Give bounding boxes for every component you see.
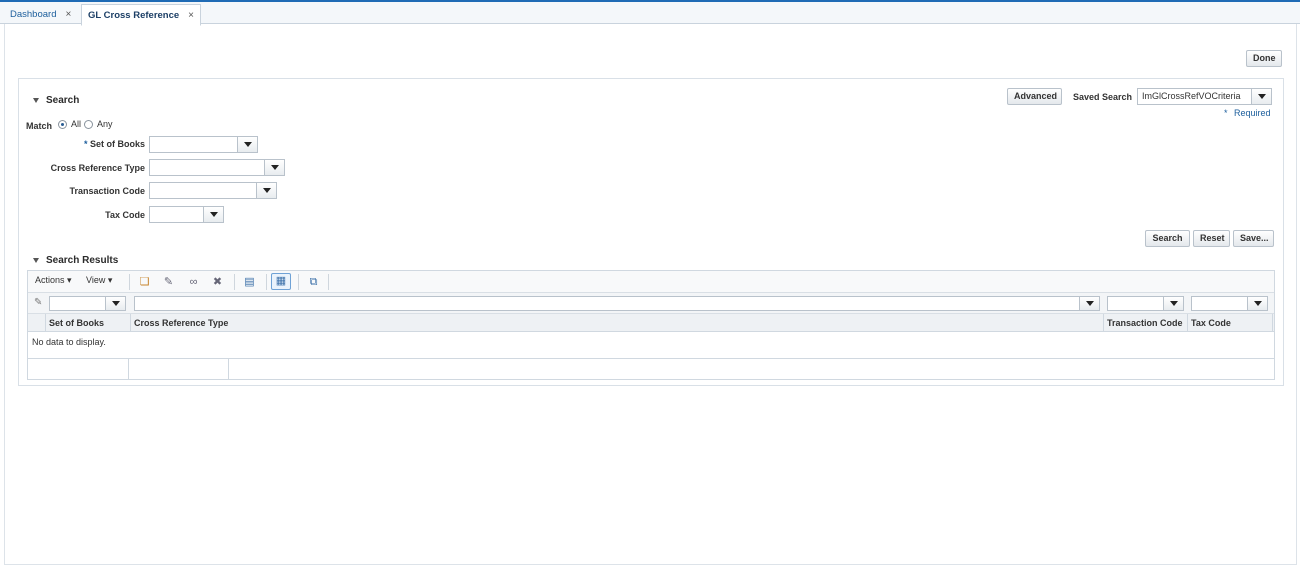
column-header-transaction-code[interactable]: Transaction Code bbox=[1107, 318, 1183, 328]
tab-gl-cross-reference-label[interactable]: GL Cross Reference bbox=[88, 10, 179, 21]
search-section-header[interactable]: Search bbox=[33, 95, 79, 106]
tab-gl-cross-reference[interactable]: GL Cross Reference × bbox=[81, 4, 202, 26]
transaction-code-select[interactable] bbox=[149, 182, 277, 199]
match-all-label[interactable]: All bbox=[71, 119, 81, 129]
close-icon[interactable]: × bbox=[188, 10, 194, 21]
chevron-down-icon[interactable] bbox=[1163, 297, 1183, 310]
edit-icon[interactable]: ✎ bbox=[162, 276, 175, 288]
column-header-tax-code[interactable]: Tax Code bbox=[1191, 318, 1231, 328]
filter-set-of-books[interactable] bbox=[49, 296, 126, 311]
required-text: Required bbox=[1234, 108, 1271, 118]
export-icon[interactable]: ▤ bbox=[243, 276, 256, 288]
cross-reference-type-label: Cross Reference Type bbox=[50, 163, 145, 173]
footer-divider bbox=[128, 359, 129, 380]
no-data-message: No data to display. bbox=[32, 337, 106, 347]
chevron-down-icon[interactable] bbox=[237, 137, 257, 152]
toolbar-separator bbox=[129, 274, 130, 290]
saved-search-value: ImGlCrossRefVOCriteria bbox=[1142, 91, 1241, 101]
toolbar-separator bbox=[234, 274, 235, 290]
required-asterisk-icon: * bbox=[1224, 108, 1228, 118]
view-icon[interactable]: ∞ bbox=[187, 276, 200, 288]
set-of-books-select[interactable] bbox=[149, 136, 258, 153]
required-note: * Required bbox=[1224, 108, 1271, 118]
match-any-label[interactable]: Any bbox=[97, 119, 113, 129]
column-header-set-of-books[interactable]: Set of Books bbox=[49, 318, 104, 328]
transaction-code-label: Transaction Code bbox=[69, 186, 145, 196]
tax-code-label: Tax Code bbox=[105, 210, 145, 220]
search-button[interactable]: Search bbox=[1145, 230, 1190, 247]
advanced-button[interactable]: Advanced bbox=[1007, 88, 1062, 105]
create-icon[interactable]: ❏ bbox=[138, 276, 151, 288]
reset-button[interactable]: Reset bbox=[1193, 230, 1230, 247]
close-icon[interactable]: × bbox=[65, 9, 71, 20]
match-row: Match All Any bbox=[26, 117, 113, 131]
column-divider bbox=[1187, 314, 1188, 332]
save-button[interactable]: Save... bbox=[1233, 230, 1274, 247]
column-divider bbox=[45, 314, 46, 332]
chevron-down-icon[interactable] bbox=[203, 207, 223, 222]
column-header-cross-reference-type[interactable]: Cross Reference Type bbox=[134, 318, 228, 328]
tab-bar: Dashboard × GL Cross Reference × bbox=[0, 2, 1300, 26]
actions-menu[interactable]: Actions ▾ bbox=[35, 275, 72, 286]
results-toolbar: Actions ▾ View ▾ ❏ ✎ ∞ ✖ ▤ ▦ ⧉ bbox=[28, 271, 1274, 293]
filter-transaction-code[interactable] bbox=[1107, 296, 1184, 311]
tab-dashboard-label[interactable]: Dashboard bbox=[10, 9, 56, 20]
tax-code-select[interactable] bbox=[149, 206, 224, 223]
footer-divider bbox=[228, 359, 229, 380]
set-of-books-label: * Set of Books bbox=[83, 139, 145, 149]
clear-filter-icon[interactable]: ✎ bbox=[34, 297, 42, 308]
chevron-down-icon[interactable] bbox=[1251, 89, 1271, 104]
query-by-example-icon[interactable]: ▦ bbox=[271, 273, 291, 290]
search-results-header[interactable]: Search Results bbox=[33, 255, 118, 266]
filter-cross-reference-type[interactable] bbox=[134, 296, 1100, 311]
chevron-down-icon[interactable] bbox=[1247, 297, 1267, 310]
column-divider bbox=[1272, 314, 1273, 332]
search-section-title: Search bbox=[46, 95, 80, 106]
required-asterisk-icon: * bbox=[83, 139, 88, 149]
column-divider bbox=[130, 314, 131, 332]
chevron-down-icon[interactable] bbox=[105, 297, 125, 310]
filter-tax-code[interactable] bbox=[1191, 296, 1268, 311]
saved-search-label: Saved Search bbox=[1072, 92, 1132, 102]
column-divider bbox=[1103, 314, 1104, 332]
detach-icon[interactable]: ⧉ bbox=[307, 276, 320, 288]
saved-search-select[interactable]: ImGlCrossRefVOCriteria bbox=[1137, 88, 1272, 105]
done-button[interactable]: Done bbox=[1246, 50, 1282, 67]
results-table: Actions ▾ View ▾ ❏ ✎ ∞ ✖ ▤ ▦ ⧉ ✎ Set of … bbox=[27, 270, 1275, 380]
filter-row: ✎ bbox=[28, 293, 1274, 314]
delete-icon[interactable]: ✖ bbox=[211, 276, 224, 288]
search-results-title: Search Results bbox=[46, 255, 119, 266]
toolbar-separator bbox=[328, 274, 329, 290]
tab-dashboard[interactable]: Dashboard × bbox=[4, 4, 77, 25]
match-label: Match bbox=[26, 121, 53, 131]
results-footer bbox=[28, 358, 1274, 380]
cross-reference-type-select[interactable] bbox=[149, 159, 285, 176]
collapse-triangle-icon[interactable] bbox=[33, 258, 39, 263]
chevron-down-icon[interactable] bbox=[256, 183, 276, 198]
column-header-row: Set of Books Cross Reference Type Transa… bbox=[28, 314, 1274, 332]
match-all-radio[interactable] bbox=[58, 119, 68, 129]
match-any-radio[interactable] bbox=[84, 119, 94, 129]
view-menu[interactable]: View ▾ bbox=[86, 275, 112, 286]
chevron-down-icon[interactable] bbox=[264, 160, 284, 175]
toolbar-separator bbox=[298, 274, 299, 290]
toolbar-separator bbox=[266, 274, 267, 290]
chevron-down-icon[interactable] bbox=[1079, 297, 1099, 310]
collapse-triangle-icon[interactable] bbox=[33, 98, 39, 103]
